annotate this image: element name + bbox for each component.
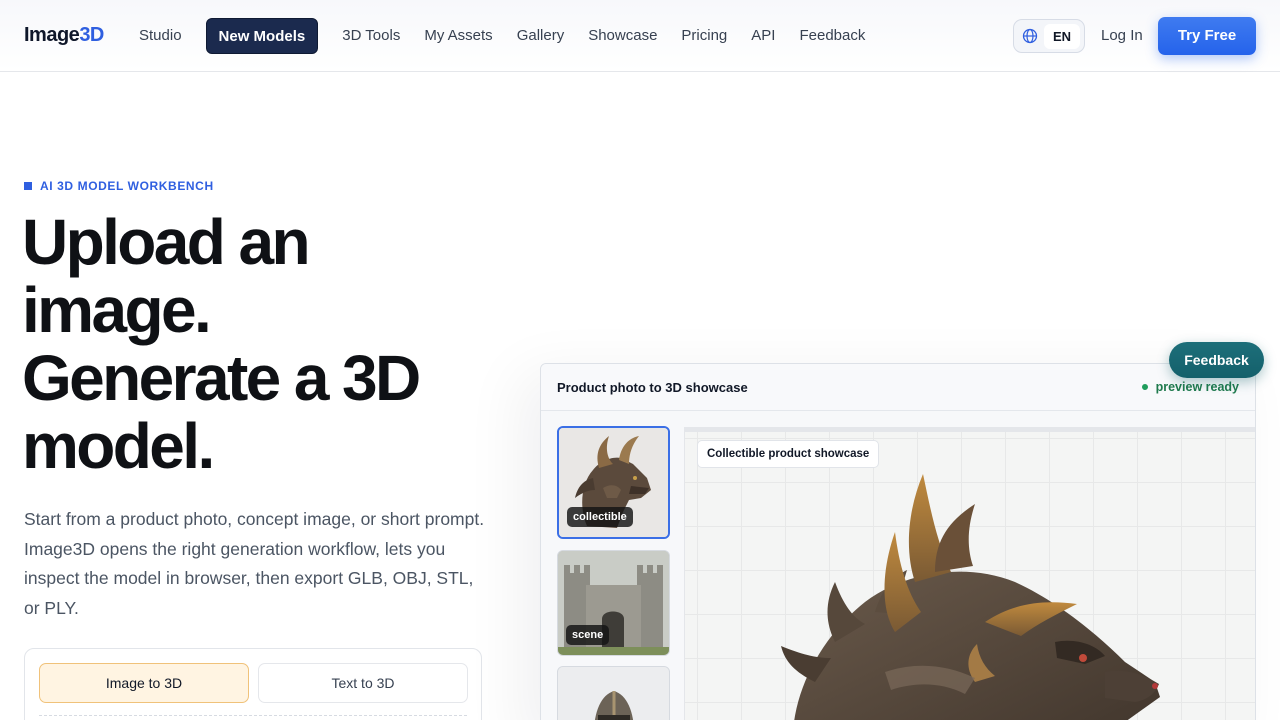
floating-feedback-button[interactable]: Feedback	[1169, 342, 1264, 378]
nav-item-api[interactable]: API	[739, 18, 787, 54]
headline-line: Upload an	[22, 206, 311, 278]
nav-item-my-assets[interactable]: My Assets	[412, 18, 504, 54]
thumbnail-tag: collectible	[567, 507, 633, 527]
status-text: preview ready	[1155, 380, 1239, 394]
main-nav: Studio New Models 3D Tools My Assets Gal…	[127, 18, 877, 54]
nav-item-new-models[interactable]: New Models	[205, 18, 319, 54]
nav-item-pricing[interactable]: Pricing	[669, 18, 739, 54]
showcase-panel: Product photo to 3D showcase preview rea…	[540, 363, 1256, 720]
headline-line: image.	[22, 274, 212, 346]
headline-line: model.	[22, 410, 215, 482]
logo-accent-text: 3D	[79, 24, 104, 46]
headline-line: Generate a 3D	[22, 342, 421, 414]
try-free-button[interactable]: Try Free	[1158, 17, 1256, 55]
viewer-label: Collectible product showcase	[697, 440, 880, 468]
top-navbar: Image3D Studio New Models 3D Tools My As…	[0, 0, 1280, 72]
thumbnail-collectible[interactable]: collectible	[557, 426, 670, 539]
dragon-head-model-icon	[781, 474, 1160, 720]
status-badge: preview ready	[1141, 380, 1239, 394]
brand-logo[interactable]: Image3D	[24, 24, 104, 47]
thumbnail-tag: scene	[566, 625, 610, 645]
eyebrow-square-icon	[24, 182, 32, 190]
hero-eyebrow: AI 3D MODEL WORKBENCH	[24, 179, 214, 193]
language-code: EN	[1044, 23, 1081, 49]
showcase-title: Product photo to 3D showcase	[557, 379, 748, 395]
nav-item-feedback[interactable]: Feedback	[787, 18, 877, 54]
status-dot-icon	[1141, 384, 1148, 390]
nav-item-showcase[interactable]: Showcase	[576, 18, 669, 54]
nav-item-gallery[interactable]: Gallery	[505, 18, 577, 54]
tab-image-to-3d[interactable]: Image to 3D	[39, 663, 249, 703]
knight-helmet-thumbnail-icon	[558, 667, 669, 720]
hero-headline: Upload an image. Generate a 3D model.	[22, 208, 502, 480]
nav-item-studio[interactable]: Studio	[127, 18, 194, 54]
tab-text-to-3d[interactable]: Text to 3D	[258, 663, 468, 703]
3d-model-viewer[interactable]: Collectible product showcase	[684, 427, 1255, 720]
logo-text: Image	[24, 24, 80, 46]
generation-mode-card: Image to 3D Text to 3D	[24, 648, 482, 720]
nav-item-3d-tools[interactable]: 3D Tools	[330, 18, 412, 54]
showcase-header: Product photo to 3D showcase preview rea…	[541, 364, 1255, 411]
upload-dropzone-border[interactable]	[39, 715, 467, 716]
globe-icon	[1022, 28, 1038, 44]
eyebrow-text: AI 3D MODEL WORKBENCH	[40, 179, 214, 193]
hero-description: Start from a product photo, concept imag…	[24, 509, 485, 618]
thumbnail-helmet[interactable]	[557, 666, 670, 720]
thumbnail-scene[interactable]: scene	[557, 550, 670, 656]
login-link[interactable]: Log In	[1101, 27, 1143, 44]
language-switcher[interactable]: EN	[1013, 19, 1085, 53]
